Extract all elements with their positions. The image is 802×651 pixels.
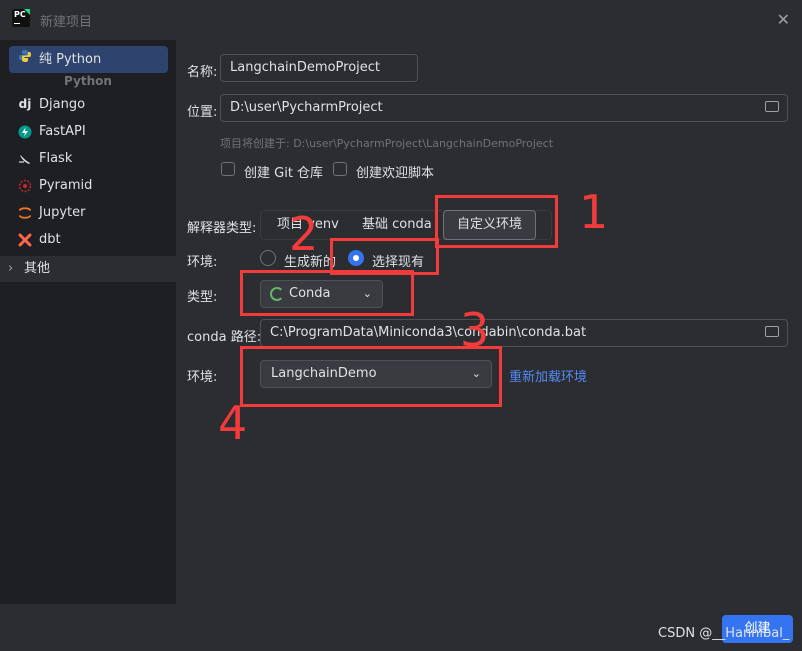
reload-environments-link[interactable]: 重新加载环境 [509,366,587,385]
project-path-hint: 项目将创建于: D:\user\PycharmProject\Langchain… [220,137,554,150]
sidebar-item-pyramid[interactable]: Pyramid [9,172,168,199]
project-type-sidebar: 纯 Python Python dj Django FastAPI Flask … [0,40,176,604]
sidebar-item-label: dbt [39,232,61,247]
sidebar-item-label: Pyramid [39,178,93,193]
folder-icon[interactable] [765,326,779,337]
django-icon: dj [18,97,32,111]
git-repo-checkbox[interactable] [221,162,235,176]
pycharm-logo-icon: PC [12,9,30,27]
annotation-number-1: 1 [579,185,609,239]
chevron-right-icon: › [8,261,14,276]
sidebar-item-flask[interactable]: Flask [9,145,168,172]
dbt-icon [17,226,33,253]
sidebar-item-label: Flask [39,151,73,166]
python-icon [17,46,33,73]
interpreter-type-label: 解释器类型: [187,221,257,236]
conda-path-value: C:\ProgramData\Miniconda3\condabin\conda… [270,325,587,340]
location-value: D:\user\PycharmProject [230,100,383,115]
sidebar-item-jupyter[interactable]: Jupyter [9,199,168,226]
welcome-script-checkbox[interactable] [333,162,347,176]
sidebar-item-label: Django [39,97,86,112]
close-icon[interactable]: ✕ [777,10,790,29]
title-bar: PC 新建项目 ✕ [0,0,802,40]
sidebar-item-label: Jupyter [39,205,86,220]
conda-path-input[interactable]: C:\ProgramData\Miniconda3\condabin\conda… [260,319,788,347]
flask-icon [17,145,33,172]
generate-new-radio[interactable] [260,250,276,266]
tab-base-conda[interactable]: 基础 conda [362,211,432,239]
sidebar-item-label: 纯 Python [39,52,102,67]
folder-icon[interactable] [765,101,779,112]
window-title: 新建项目 [40,15,93,30]
environment-label: 环境: [187,370,218,385]
fastapi-icon [17,118,33,145]
sidebar-item-label: FastAPI [39,124,86,139]
name-label: 名称: [187,65,218,80]
section-label-python: Python [64,74,112,88]
annotation-box-3 [240,270,414,316]
sidebar-item-pure-python[interactable]: 纯 Python [9,46,168,73]
annotation-number-4: 4 [218,396,248,450]
sidebar-item-other[interactable]: › 其他 [0,256,176,282]
type-label: 类型: [187,290,218,305]
sidebar-item-dbt[interactable]: dbt [9,226,168,253]
location-label: 位置: [187,105,218,120]
annotation-box-1 [435,195,558,248]
sidebar-item-label: 其他 [24,261,51,276]
annotation-number-3: 3 [460,303,490,357]
sidebar-item-fastapi[interactable]: FastAPI [9,118,168,145]
pyramid-icon [17,172,33,199]
conda-path-label: conda 路径: [187,330,262,345]
jupyter-icon [17,199,33,226]
env-mode-label: 环境: [187,255,218,270]
project-name-input[interactable]: LangchainDemoProject [220,54,418,82]
sidebar-item-django[interactable]: dj Django [9,91,168,118]
annotation-number-2: 2 [289,207,319,261]
git-repo-label: 创建 Git 仓库 [244,166,324,181]
welcome-script-label: 创建欢迎脚本 [356,166,435,181]
location-input[interactable]: D:\user\PycharmProject [220,94,788,122]
csdn-watermark: CSDN @__Hannibal_ [658,626,790,641]
